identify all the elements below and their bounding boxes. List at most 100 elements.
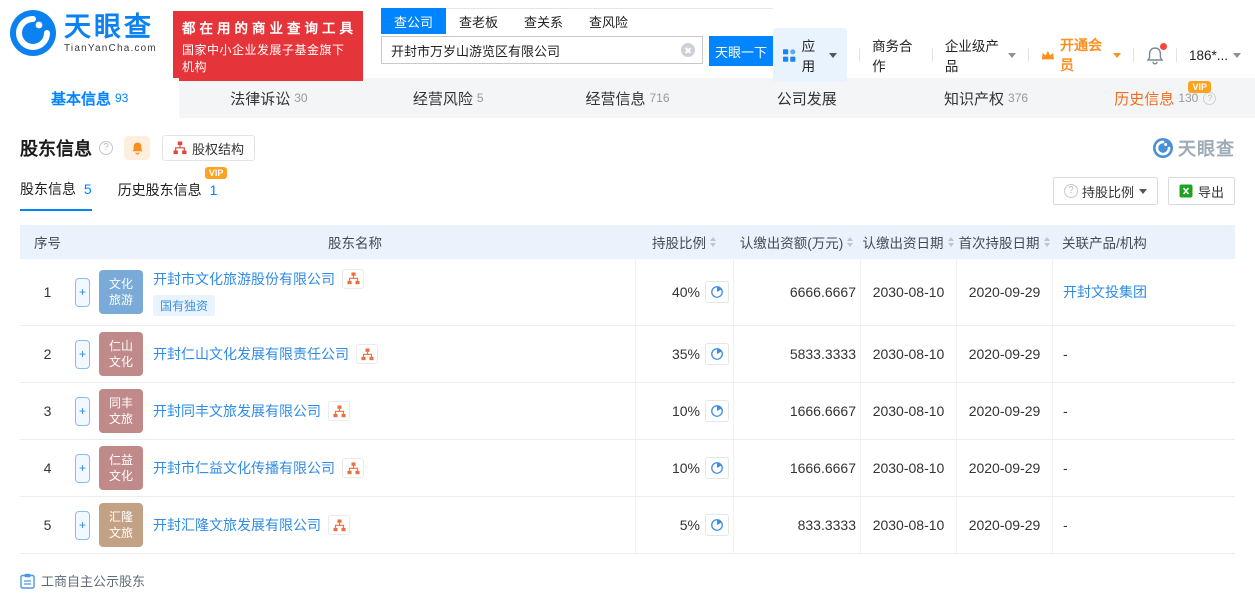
shareholder-avatar[interactable]: 仁益 文化 <box>99 446 143 490</box>
tab-label: 基本信息 <box>50 90 111 108</box>
tab-operating-info[interactable]: 经营信息 716 <box>538 78 717 118</box>
tab-legal[interactable]: 法律诉讼 30 <box>179 78 358 118</box>
ratio-value: 10% <box>671 403 700 419</box>
tab-company-development[interactable]: 公司发展 <box>717 78 896 118</box>
col-label: 首次持股日期 <box>958 236 1040 251</box>
help-icon[interactable]: ? <box>1203 91 1217 105</box>
pie-chart-icon[interactable] <box>705 281 729 303</box>
expand-button[interactable]: + <box>75 339 90 369</box>
shareholder-avatar[interactable]: 仁山 文化 <box>99 332 143 376</box>
sort-icon[interactable] <box>710 237 716 247</box>
amount-cell: 5833.3333 <box>733 326 860 382</box>
expand-button[interactable]: + <box>75 396 90 426</box>
related-cell: - <box>1052 326 1235 382</box>
col-first-date[interactable]: 首次持股日期 <box>956 232 1052 252</box>
logo-eye-icon <box>10 10 56 56</box>
shareholder-name-link[interactable]: 开封市仁益文化传播有限公司 <box>153 458 335 478</box>
shareholder-name-link[interactable]: 开封同丰文旅发展有限公司 <box>153 401 321 421</box>
equity-chart-icon[interactable] <box>328 515 350 535</box>
tab-intellectual-property[interactable]: 知识产权 376 <box>896 78 1075 118</box>
clear-search-icon[interactable] <box>681 43 695 57</box>
menu-cooperation[interactable]: 商务合作 <box>872 35 920 75</box>
banner-line1: 都在用的商业查询工具 <box>181 21 354 36</box>
related-cell: - <box>1052 383 1235 439</box>
subtab-current-shareholders[interactable]: 股东信息 5 <box>20 179 92 211</box>
help-icon[interactable]: ? <box>99 141 113 155</box>
col-due-date[interactable]: 认缴出资日期 <box>860 232 956 252</box>
sort-icon[interactable] <box>847 237 854 247</box>
expand-button[interactable]: + <box>75 510 90 540</box>
col-shareholder-name: 股东名称 <box>328 236 382 251</box>
open-vip-button[interactable]: 开通会员 <box>1041 35 1122 75</box>
export-button[interactable]: 导出 <box>1167 177 1235 205</box>
account-phone[interactable]: 186*... <box>1188 47 1242 63</box>
notifications-bell-icon[interactable] <box>1146 42 1168 65</box>
ratio-filter-label: 持股比例 <box>1081 184 1134 200</box>
menu-enterprise[interactable]: 企业级产品 <box>945 35 1017 75</box>
chevron-down-icon <box>1233 52 1242 58</box>
pie-chart-icon[interactable] <box>705 343 729 365</box>
watermark-text: 天眼查 <box>1178 139 1235 159</box>
shareholder-avatar[interactable]: 同丰 文旅 <box>99 389 143 433</box>
tab-label: 法律诉讼 <box>230 90 291 108</box>
pie-chart-icon[interactable] <box>705 457 729 479</box>
col-amount[interactable]: 认缴出资额(万元) <box>733 232 860 252</box>
shareholder-name-link[interactable]: 开封市文化旅游股份有限公司 <box>153 269 335 289</box>
related-cell: 开封文投集团 <box>1052 259 1235 325</box>
subtab-count: 1 <box>209 182 218 198</box>
shareholder-avatar[interactable]: 文化 旅游 <box>99 270 143 314</box>
search-input[interactable] <box>381 36 703 64</box>
phone-label: 186*... <box>1188 47 1229 63</box>
search-tab-relation[interactable]: 查关系 <box>511 9 576 34</box>
pie-chart-icon[interactable] <box>705 400 729 422</box>
monitor-bell-button[interactable] <box>124 136 150 160</box>
banner-line2: 国家中小企业发展子基金旗下机构 <box>181 43 345 74</box>
col-ratio[interactable]: 持股比例 <box>635 232 733 252</box>
equity-chart-icon[interactable] <box>328 401 350 421</box>
tab-history-info[interactable]: VIP 历史信息 130 ? <box>1076 78 1255 118</box>
divider <box>859 48 861 62</box>
shareholder-avatar[interactable]: 汇隆 文旅 <box>99 503 143 547</box>
equity-chart-icon[interactable] <box>356 344 378 364</box>
crown-icon <box>1042 50 1055 59</box>
shareholder-name-link[interactable]: 开封仁山文化发展有限责任公司 <box>153 344 349 364</box>
search-tab-company[interactable]: 查公司 <box>381 8 447 34</box>
tab-count: 376 <box>1008 91 1029 105</box>
top-menu: 应用 商务合作 企业级产品 开通会员 186*... <box>773 28 1242 82</box>
related-group-link[interactable]: 开封文投集团 <box>1063 282 1147 302</box>
shareholder-cell: + 仁益 文化 开封市仁益文化传播有限公司 <box>75 440 635 496</box>
expand-button[interactable]: + <box>75 453 90 483</box>
notification-dot <box>1160 42 1168 50</box>
tianyancha-logo[interactable]: 天眼查 TianYanCha.com <box>10 10 157 56</box>
shareholder-table: 序号 股东名称 持股比例 认缴出资额(万元) 认缴出资日期 首次持股日期 关联产… <box>20 225 1235 554</box>
sort-icon[interactable] <box>1043 237 1050 247</box>
row-seq: 4 <box>43 460 52 476</box>
first-date-cell: 2020-09-29 <box>956 383 1052 439</box>
search-button[interactable]: 天眼一下 <box>709 36 773 66</box>
avatar-text: 文旅 <box>108 412 133 426</box>
amount-cell: 1666.6667 <box>733 383 860 439</box>
search-tab-boss[interactable]: 查老板 <box>446 9 511 34</box>
expand-button[interactable]: + <box>75 277 90 307</box>
equity-chart-icon[interactable] <box>342 458 364 478</box>
sort-icon[interactable] <box>947 237 954 247</box>
shareholder-name-link[interactable]: 开封汇隆文旅发展有限公司 <box>153 515 321 535</box>
amount-cell: 6666.6667 <box>733 259 860 325</box>
avatar-text: 文旅 <box>108 526 133 540</box>
equity-chart-icon[interactable] <box>342 268 364 289</box>
ratio-filter-dropdown[interactable]: ? 持股比例 <box>1052 177 1158 205</box>
equity-structure-button[interactable]: 股权结构 <box>162 135 256 161</box>
apps-button[interactable]: 应用 <box>773 28 848 82</box>
table-row: 4 + 仁益 文化 开封市仁益文化传播有限公司 10% 1666.6667 20… <box>20 440 1235 497</box>
footnote-text: 工商自主公示股东 <box>41 574 146 589</box>
ratio-value: 40% <box>671 284 700 300</box>
tab-basic-info[interactable]: 基本信息 93 <box>0 78 180 118</box>
vip-label: 开通会员 <box>1060 37 1103 73</box>
subtab-history-shareholders[interactable]: VIP 历史股东信息 1 <box>118 167 228 210</box>
pie-chart-icon[interactable] <box>705 514 729 536</box>
tab-operating-risk[interactable]: 经营风险 5 <box>359 78 538 118</box>
export-label: 导出 <box>1197 184 1224 200</box>
search-tab-risk[interactable]: 查风险 <box>576 9 641 34</box>
footnote: 工商自主公示股东 <box>20 571 1255 590</box>
ratio-value: 10% <box>671 460 700 476</box>
